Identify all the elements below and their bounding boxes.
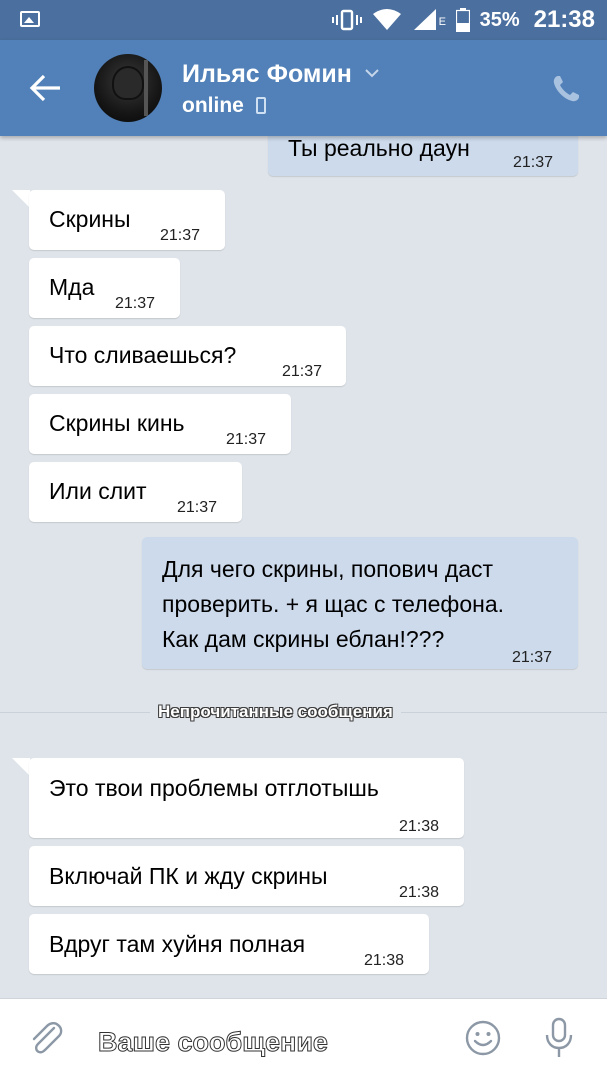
phone-icon[interactable] xyxy=(551,74,581,104)
message-bubble-incoming[interactable]: Вдруг там хуйня полная 21:38 xyxy=(29,914,429,974)
clock: 21:38 xyxy=(533,6,595,33)
message-text: Скрины кинь xyxy=(49,410,185,436)
contact-name[interactable]: Ильяс Фомин xyxy=(182,60,352,89)
message-bubble-incoming[interactable]: Включай ПК и жду скрины 21:38 xyxy=(29,846,464,906)
message-time: 21:37 xyxy=(160,227,201,244)
wifi-icon xyxy=(372,9,401,30)
microphone-icon[interactable] xyxy=(544,1017,574,1059)
message-text: Скрины xyxy=(49,206,131,232)
message-time: 21:37 xyxy=(115,295,156,312)
bubble-tail xyxy=(12,758,30,776)
back-arrow-icon[interactable] xyxy=(28,72,64,104)
bubble-tail xyxy=(12,190,30,208)
message-time: 21:38 xyxy=(399,818,440,835)
unread-divider-label: Непрочитанные сообщения xyxy=(150,702,401,722)
battery-percent: 35% xyxy=(479,8,520,31)
gallery-icon xyxy=(20,11,40,27)
message-time: 21:37 xyxy=(512,649,553,666)
message-time: 21:38 xyxy=(399,884,440,901)
message-text: Что сливаешься? xyxy=(49,342,237,368)
message-time: 21:37 xyxy=(513,154,554,171)
network-type: E xyxy=(438,16,446,28)
message-input[interactable] xyxy=(96,1023,430,1061)
message-bubble-outgoing[interactable]: Для чего скрины, попович даст проверить.… xyxy=(142,537,578,669)
message-time: 21:37 xyxy=(177,499,218,516)
message-text-line: Как дам скрины еблан!??? xyxy=(162,626,445,652)
message-bubble-outgoing[interactable]: Ты реально даун 21:37 xyxy=(268,136,578,176)
message-text-line: проверить. + я щас с телефона. xyxy=(162,591,505,617)
message-bubble-incoming[interactable]: Скрины кинь 21:37 xyxy=(29,394,291,454)
avatar[interactable] xyxy=(94,54,162,122)
message-bubble-incoming[interactable]: Что сливаешься? 21:37 xyxy=(29,326,346,386)
battery-icon xyxy=(455,8,470,32)
message-text: Или слит xyxy=(49,478,147,504)
contact-status: online xyxy=(182,94,244,117)
message-bubble-incoming[interactable]: Мда 21:37 xyxy=(29,258,180,318)
message-text: Ты реально даун xyxy=(288,136,470,161)
message-composer xyxy=(0,998,607,1080)
message-time: 21:38 xyxy=(364,952,405,969)
message-text: Включай ПК и жду скрины xyxy=(49,863,328,889)
message-text: Вдруг там хуйня полная xyxy=(49,931,306,957)
message-text-line: Для чего скрины, попович даст xyxy=(162,556,494,582)
signal-icon: E xyxy=(412,8,446,32)
message-time: 21:37 xyxy=(282,363,323,380)
status-bar: E 35% 21:38 xyxy=(0,0,607,40)
message-text: Мда xyxy=(49,274,95,300)
vibrate-icon xyxy=(331,9,362,31)
message-bubble-incoming[interactable]: Это твои проблемы отглотышь 21:38 xyxy=(29,758,464,838)
message-text: Это твои проблемы отглотышь xyxy=(49,775,379,801)
message-bubble-incoming[interactable]: Или слит 21:37 xyxy=(29,462,242,522)
emoji-icon[interactable] xyxy=(464,1019,502,1057)
message-time: 21:37 xyxy=(226,431,267,448)
chat-header: Ильяс Фомин online xyxy=(0,40,607,136)
mobile-online-icon xyxy=(256,97,266,114)
message-bubble-incoming[interactable]: Скрины 21:37 xyxy=(29,190,225,250)
paperclip-icon[interactable] xyxy=(26,1019,66,1059)
chevron-down-icon[interactable] xyxy=(364,68,380,78)
message-list[interactable]: Ты реально даун 21:37 Скрины 21:37 Мда 2… xyxy=(0,136,607,998)
